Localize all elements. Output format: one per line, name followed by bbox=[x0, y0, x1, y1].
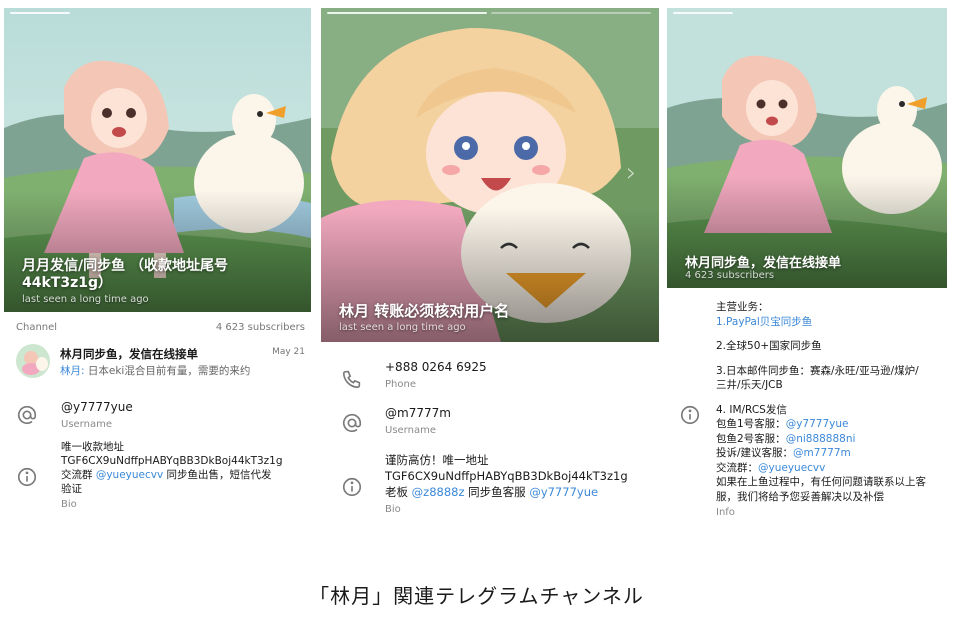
at-sign-icon bbox=[16, 404, 38, 426]
channel-post-item[interactable]: 林月同步鱼，发信在线接单 May 21 林月: 日本eki混合目前有量，需要的来… bbox=[4, 344, 311, 380]
info-line: 4. IM/RCS发信 bbox=[716, 403, 787, 416]
info-line: 交流群：@yueyuecvv bbox=[716, 461, 944, 476]
info-line: 服，我们将给予您妥善解决以及补偿 bbox=[716, 490, 884, 503]
phone-label: Phone bbox=[385, 379, 416, 390]
profile-panel-2: › 林月 转账必须核对用户名 last seen a long time ago… bbox=[321, 8, 659, 522]
phone-row[interactable]: +888 0264 6925 Phone bbox=[321, 360, 659, 396]
info-icon bbox=[341, 476, 363, 498]
info-line: 投诉/建议客服：@m7777m bbox=[716, 446, 944, 461]
story-progress-bar bbox=[327, 12, 487, 14]
post-date: May 21 bbox=[272, 347, 305, 357]
info-text: 投诉/建议客服： bbox=[716, 447, 794, 459]
channel-header: Channel 4 623 subscribers bbox=[4, 322, 311, 340]
info-line: 如果在上鱼过程中，有任何问题请联系以上客 bbox=[716, 476, 926, 488]
username-row[interactable]: @y7777yue Username bbox=[4, 400, 311, 434]
info-line: 三井/乐天/JCB bbox=[716, 379, 783, 391]
info-line: 主营业务： bbox=[716, 301, 769, 313]
bio-line: 交流群 @yueyuecvv 同步鱼出售，短信代发 bbox=[61, 468, 306, 482]
support-2-link[interactable]: @ni888888ni bbox=[786, 433, 856, 445]
post-preview: 林月: 日本eki混合目前有量，需要的来约 bbox=[60, 363, 305, 378]
figure-caption: 「林月」関連テレグラムチャンネル bbox=[309, 584, 644, 608]
phone-value: +888 0264 6925 bbox=[385, 360, 487, 374]
info-line: 3.日本邮件同步鱼：赛森/永旺/亚马逊/煤炉/ bbox=[716, 364, 919, 377]
bio-text: 老板 bbox=[385, 485, 412, 499]
preview-author: 林月: bbox=[60, 365, 85, 377]
anime-girl-hugging-duck-illustration bbox=[321, 8, 659, 342]
post-title: 林月同步鱼，发信在线接单 bbox=[60, 347, 198, 361]
bio-line: 老板 @z8888z 同步鱼客服 @y7777yue bbox=[385, 484, 655, 500]
info-line: 包鱼1号客服：@y7777yue bbox=[716, 417, 944, 432]
bio-text: 同步鱼客服 bbox=[464, 485, 530, 499]
profile-panel-1: 月月发信/同步鱼 （收款地址尾号44kT3z1g） last seen a lo… bbox=[4, 8, 311, 522]
story-progress-bar bbox=[10, 12, 70, 14]
next-photo-chevron-icon[interactable]: › bbox=[626, 158, 636, 188]
profile-name: 月月发信/同步鱼 （收款地址尾号44kT3z1g） bbox=[22, 258, 228, 291]
group-link[interactable]: @yueyuecvv bbox=[96, 469, 163, 481]
info-text: 包鱼1号客服： bbox=[716, 418, 786, 430]
support-link[interactable]: @y7777yue bbox=[529, 485, 598, 499]
bio-row: 唯一收款地址 TGF6CX9uNdffpHABYqBB3DkBoj44kT3z1… bbox=[4, 440, 311, 520]
subscriber-count: 4 623 subscribers bbox=[215, 322, 305, 333]
phone-icon bbox=[341, 368, 363, 390]
channel-label: Channel bbox=[16, 322, 58, 333]
username-value: @y7777yue bbox=[61, 400, 133, 414]
username-label: Username bbox=[61, 419, 112, 430]
bio-row: 谨防高仿！唯一地址 TGF6CX9uNdffpHABYqBB3DkBoj44kT… bbox=[321, 452, 659, 522]
boss-link[interactable]: @z8888z bbox=[412, 485, 465, 499]
username-value: @m7777m bbox=[385, 406, 451, 420]
info-line: 1.PayPal贝宝同步鱼 bbox=[716, 315, 813, 328]
profile-hero-image[interactable]: 月月发信/同步鱼 （收款地址尾号44kT3z1g） last seen a lo… bbox=[4, 8, 311, 312]
channel-avatar bbox=[16, 344, 50, 378]
support-1-link[interactable]: @y7777yue bbox=[786, 418, 849, 430]
username-row[interactable]: @m7777m Username bbox=[321, 406, 659, 442]
complaint-link[interactable]: @m7777m bbox=[793, 447, 851, 459]
last-seen-status: last seen a long time ago bbox=[22, 294, 149, 305]
anime-girl-duck-illustration bbox=[667, 8, 947, 288]
last-seen-status: last seen a long time ago bbox=[339, 322, 466, 333]
profile-panel-3: 林月同步鱼，发信在线接单 4 623 subscribers 主营业务： 1.P… bbox=[667, 8, 947, 522]
profile-name: 林月 转账必须核对用户名 bbox=[339, 302, 510, 320]
profile-hero-image[interactable]: › 林月 转账必须核对用户名 last seen a long time ago bbox=[321, 8, 659, 342]
channel-info-row: 主营业务： 1.PayPal贝宝同步鱼 2.全球50+国家同步鱼 3.日本邮件同… bbox=[667, 300, 947, 522]
preview-text: 日本eki混合目前有量，需要的来约 bbox=[84, 365, 251, 377]
bio-text: 交流群 bbox=[61, 469, 96, 481]
bio-line: 验证 bbox=[61, 483, 82, 495]
bio-address: TGF6CX9uNdffpHABYqBB3DkBoj44kT3z1g bbox=[385, 469, 628, 483]
bio-label: Bio bbox=[61, 499, 77, 510]
info-line: 包鱼2号客服：@ni888888ni bbox=[716, 432, 944, 447]
bio-address: TGF6CX9uNdffpHABYqBB3DkBoj44kT3z1g bbox=[61, 455, 283, 467]
bio-line: 唯一收款地址 bbox=[61, 441, 124, 453]
profile-hero-image[interactable]: 林月同步鱼，发信在线接单 4 623 subscribers bbox=[667, 8, 947, 288]
at-sign-icon bbox=[341, 412, 363, 434]
group-link[interactable]: @yueyuecvv bbox=[758, 462, 825, 474]
bio-line: 谨防高仿！唯一地址 bbox=[385, 453, 489, 467]
info-label: Info bbox=[716, 507, 735, 518]
story-progress-bar bbox=[673, 12, 733, 14]
info-text: 包鱼2号客服： bbox=[716, 432, 786, 445]
channel-name: 林月同步鱼，发信在线接单 bbox=[685, 256, 842, 271]
info-text: 交流群： bbox=[716, 461, 758, 474]
story-progress-bar bbox=[491, 12, 651, 14]
bio-text: 同步鱼出售，短信代发 bbox=[163, 469, 272, 481]
info-line: 2.全球50+国家同步鱼 bbox=[716, 340, 822, 352]
info-icon bbox=[16, 466, 38, 488]
info-icon bbox=[679, 404, 701, 426]
subscriber-count: 4 623 subscribers bbox=[685, 270, 775, 281]
username-label: Username bbox=[385, 425, 436, 436]
bio-label: Bio bbox=[385, 504, 401, 515]
